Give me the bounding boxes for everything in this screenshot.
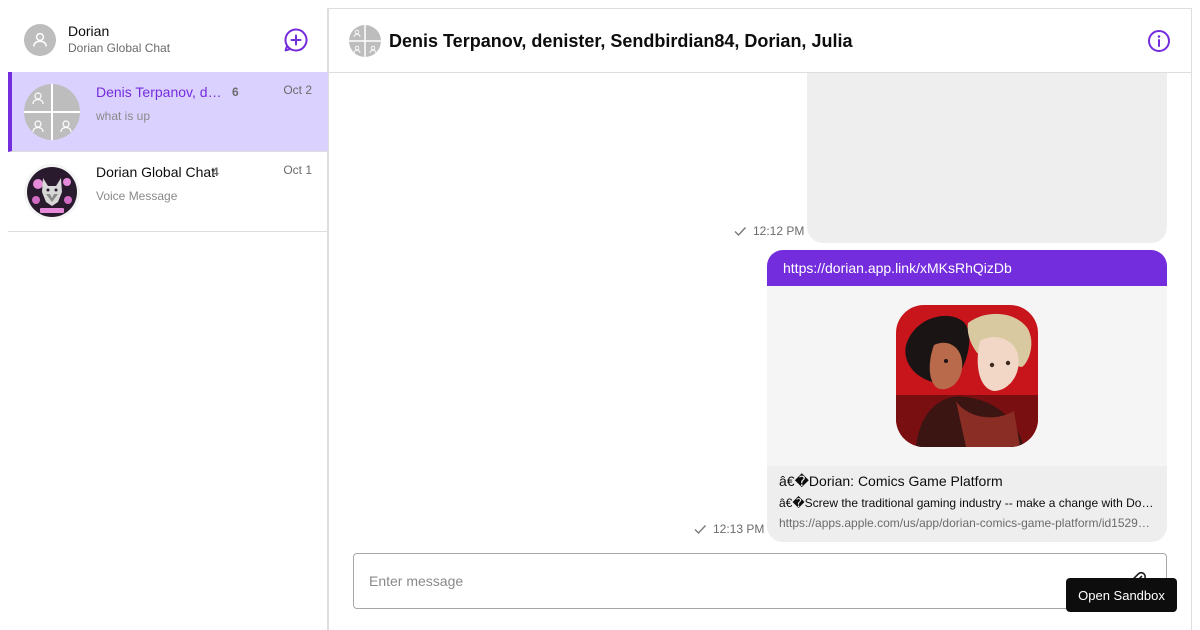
open-sandbox-button[interactable]: Open Sandbox — [1066, 578, 1177, 612]
wolf-logo-avatar — [24, 164, 80, 220]
message-list[interactable]: 12:12 PM 12:13 PM https://dorian.app.lin… — [329, 73, 1191, 551]
conversation-header: Denis Terpanov, denister, Sendbirdian84,… — [329, 9, 1191, 73]
unread-count-badge: 4 — [212, 165, 219, 179]
message-link[interactable]: https://dorian.app.link/xMKsRhQizDb — [767, 250, 1167, 286]
message-input[interactable] — [369, 554, 1059, 608]
group-avatar-icon — [24, 84, 80, 140]
conversation-panel: Denis Terpanov, denister, Sendbirdian84,… — [328, 8, 1192, 630]
user-icon[interactable] — [24, 24, 56, 56]
channel-last-message: what is up — [96, 109, 151, 123]
message-time: 12:12 PM — [753, 224, 805, 238]
image-message[interactable] — [807, 73, 1167, 243]
og-description: â€�Screw the traditional gaming industry… — [779, 496, 1155, 510]
user-name: Dorian — [68, 23, 110, 39]
message-time: 12:13 PM — [713, 522, 765, 536]
og-metadata[interactable]: â€�Dorian: Comics Game Platform â€�Screw… — [767, 466, 1167, 542]
og-app-icon-image[interactable] — [896, 305, 1038, 447]
chat-plus-icon[interactable] — [283, 27, 309, 53]
channel-name: Dorian Global Chat — [96, 164, 216, 180]
conversation-title: Denis Terpanov, denister, Sendbirdian84,… — [389, 31, 853, 51]
message-timestamp: 12:13 PM — [693, 522, 764, 536]
channel-last-message: Voice Message — [96, 189, 178, 203]
user-profile-header[interactable]: Dorian Dorian Global Chat — [8, 8, 328, 72]
message-timestamp: 12:12 PM — [733, 224, 804, 238]
user-subtitle: Dorian Global Chat — [68, 41, 171, 55]
og-url[interactable]: https://apps.apple.com/us/app/dorian-com… — [779, 516, 1155, 530]
channel-list-sidebar: Dorian Dorian Global Chat Denis Terpanov… — [8, 8, 328, 630]
unread-count-badge: 6 — [232, 85, 239, 99]
info-icon[interactable] — [1147, 29, 1171, 53]
group-avatar-icon[interactable] — [349, 25, 381, 57]
channel-item-denis-group[interactable]: Denis Terpanov, denister, Sendbirdian84,… — [8, 72, 328, 152]
check-icon — [734, 227, 747, 237]
message-input-container — [353, 553, 1167, 609]
check-icon — [694, 525, 707, 535]
channel-date: Oct 2 — [283, 83, 312, 97]
og-message-bubble[interactable]: https://dorian.app.link/xMKsRhQizDb â€�D… — [767, 250, 1167, 542]
channel-name: Denis Terpanov, denister, Sendbirdian84,… — [96, 84, 224, 100]
og-title: â€�Dorian: Comics Game Platform — [779, 473, 1003, 489]
channel-date: Oct 1 — [283, 163, 312, 177]
channel-item-dorian-global[interactable]: Dorian Global Chat 4 Oct 1 Voice Message — [8, 152, 328, 232]
